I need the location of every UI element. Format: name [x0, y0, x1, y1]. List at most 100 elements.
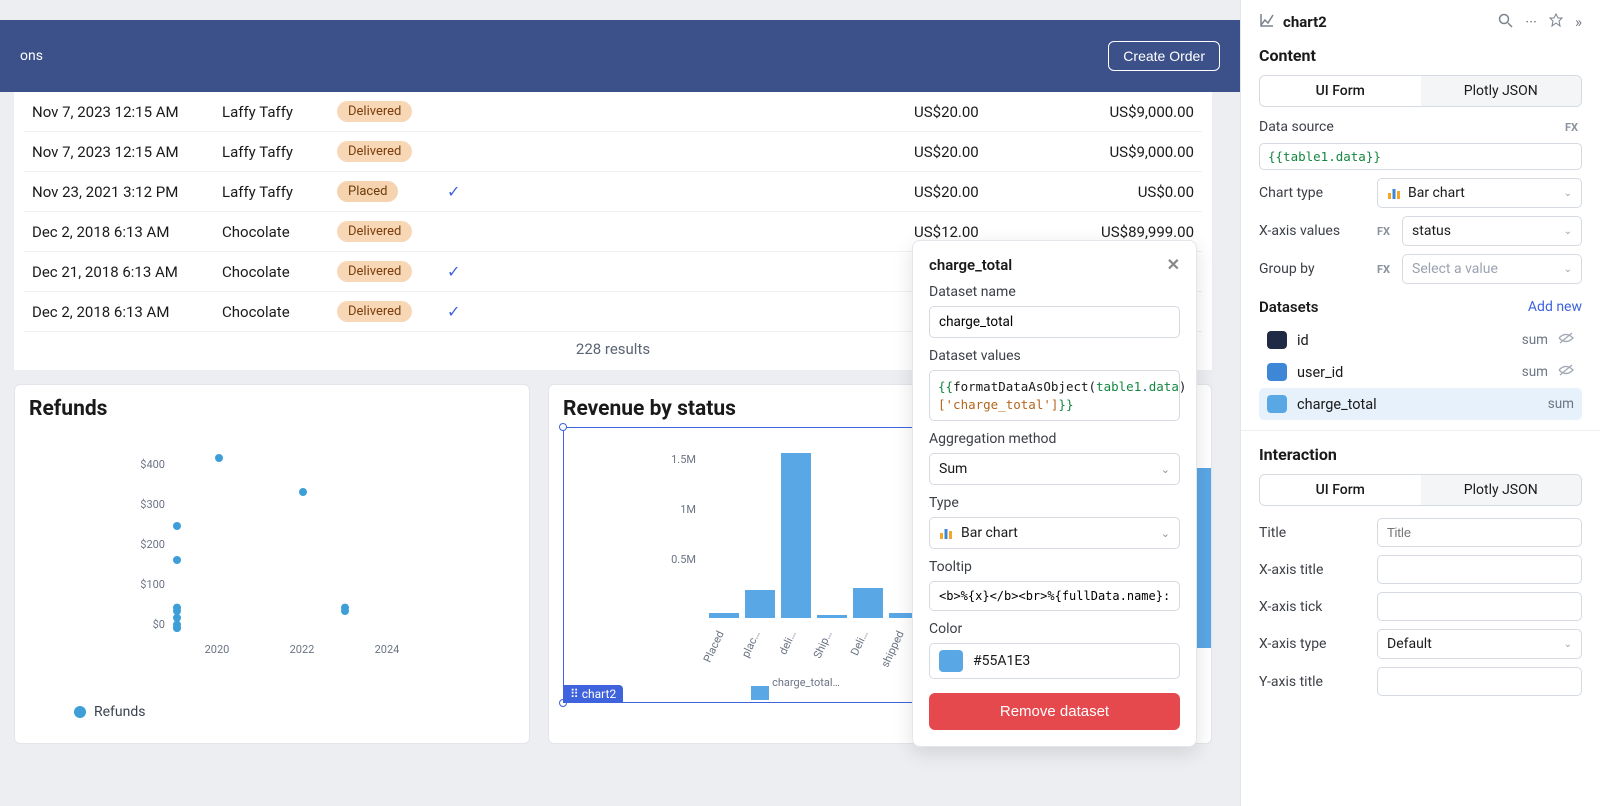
title-input[interactable]: [1377, 518, 1582, 547]
add-dataset-button[interactable]: Add new: [1528, 299, 1582, 315]
cell-price: US$12.00: [914, 223, 1024, 241]
color-input[interactable]: #55A1E3: [929, 643, 1180, 679]
dataset-values-input[interactable]: {{formatDataAsObject(table1.data)['charg…: [929, 370, 1180, 421]
visibility-icon[interactable]: [1558, 363, 1574, 381]
close-icon[interactable]: ✕: [1167, 255, 1180, 274]
label-data-source: Data source: [1259, 119, 1369, 135]
label-tooltip: Tooltip: [929, 559, 1180, 575]
status-badge: Delivered: [337, 141, 412, 162]
chevron-down-icon: ⌄: [1564, 639, 1572, 650]
breadcrumb-fragment: ons: [20, 48, 43, 64]
x-axis-values-select[interactable]: status⌄: [1402, 216, 1582, 246]
refunds-card: Refunds $0$100$200$300$400 202020222024 …: [14, 384, 530, 744]
cell-item: Chocolate: [222, 223, 337, 241]
chevron-down-icon: ⌄: [1564, 264, 1572, 275]
group-by-select[interactable]: Select a value⌄: [1402, 254, 1582, 284]
label-title: Title: [1259, 525, 1369, 541]
cell-total: US$89,999.00: [1024, 223, 1194, 241]
tooltip-input[interactable]: [929, 581, 1180, 611]
fx-toggle[interactable]: FX: [1565, 121, 1578, 134]
cell-item: Chocolate: [222, 263, 337, 281]
svg-text:$200: $200: [140, 538, 165, 551]
cell-status: Delivered: [337, 101, 447, 122]
svg-text:$300: $300: [140, 498, 165, 511]
search-icon[interactable]: [1498, 13, 1513, 32]
cell-date: Nov 7, 2023 12:15 AM: [32, 103, 222, 121]
tab-plotly-json[interactable]: Plotly JSON: [1421, 475, 1582, 505]
label-x-axis-tick: X-axis tick: [1259, 599, 1369, 615]
cell-total: US$9,000.00: [1024, 143, 1194, 161]
aggregation-select[interactable]: Sum⌄: [929, 453, 1180, 485]
dataset-name-input[interactable]: [929, 306, 1180, 338]
section-header: Interaction: [1259, 445, 1582, 464]
tab-ui-form[interactable]: UI Form: [1260, 475, 1421, 505]
cell-date: Dec 2, 2018 6:13 AM: [32, 303, 222, 321]
cell-date: Dec 2, 2018 6:13 AM: [32, 223, 222, 241]
resize-handle[interactable]: [559, 423, 567, 431]
svg-text:Placed: Placed: [701, 629, 727, 665]
fx-toggle[interactable]: FX: [1377, 225, 1390, 238]
cell-item: Laffy Taffy: [222, 103, 337, 121]
table-row[interactable]: Nov 7, 2023 12:15 AM Laffy Taffy Deliver…: [24, 92, 1202, 132]
cell-date: Nov 7, 2023 12:15 AM: [32, 143, 222, 161]
dataset-item[interactable]: id sum: [1259, 324, 1582, 356]
svg-text:$100: $100: [140, 578, 165, 591]
dataset-item[interactable]: user_id sum: [1259, 356, 1582, 388]
cell-date: Dec 21, 2018 6:13 AM: [32, 263, 222, 281]
component-tag[interactable]: ⠿ chart2: [563, 685, 623, 703]
tab-ui-form[interactable]: UI Form: [1260, 76, 1421, 106]
x-axis-tick-input[interactable]: [1377, 592, 1582, 621]
status-badge: Delivered: [337, 261, 412, 282]
svg-text:plac…: plac…: [739, 629, 763, 660]
table-row[interactable]: Nov 7, 2023 12:15 AM Laffy Taffy Deliver…: [24, 132, 1202, 172]
svg-text:shipped: shipped: [879, 629, 907, 670]
y-axis-title-input[interactable]: [1377, 667, 1582, 696]
create-order-button[interactable]: Create Order: [1108, 41, 1220, 72]
color-swatch: [1267, 395, 1287, 413]
color-swatch[interactable]: [939, 650, 963, 672]
dataset-item[interactable]: charge_total sum: [1259, 388, 1582, 420]
visibility-icon[interactable]: [1558, 331, 1574, 349]
cell-item: Chocolate: [222, 303, 337, 321]
tab-plotly-json[interactable]: Plotly JSON: [1421, 76, 1582, 106]
cell-item: Laffy Taffy: [222, 183, 337, 201]
pin-icon[interactable]: [1549, 13, 1563, 32]
page-header-bar: ons Create Order: [0, 20, 1240, 92]
remove-dataset-button[interactable]: Remove dataset: [929, 693, 1180, 730]
x-axis-title-input[interactable]: [1377, 555, 1582, 584]
chevron-down-icon: ⌄: [1161, 463, 1170, 476]
refunds-legend: Refunds: [34, 698, 510, 720]
cell-total: US$9,000.00: [1024, 103, 1194, 121]
type-select[interactable]: Bar chart ⌄: [929, 517, 1180, 549]
label-group-by: Group by: [1259, 261, 1369, 277]
expand-icon[interactable]: »: [1575, 13, 1582, 32]
chart-type-select[interactable]: Bar chart ⌄: [1377, 178, 1582, 208]
content-tabs: UI Form Plotly JSON: [1259, 75, 1582, 107]
svg-text:Deli…: Deli…: [848, 629, 871, 658]
fx-toggle[interactable]: FX: [1377, 263, 1390, 276]
x-axis-type-select[interactable]: Default⌄: [1377, 629, 1582, 659]
status-badge: Placed: [337, 181, 398, 202]
chevron-down-icon: ⌄: [1564, 188, 1572, 199]
label-chart-type: Chart type: [1259, 185, 1369, 201]
refunds-chart[interactable]: $0$100$200$300$400 202020222024: [34, 438, 510, 698]
status-badge: Delivered: [337, 221, 412, 242]
popup-title: charge_total: [929, 256, 1012, 274]
dataset-item-name: id: [1297, 332, 1512, 349]
cell-date: Nov 23, 2021 3:12 PM: [32, 183, 222, 201]
card-title: Refunds: [29, 397, 515, 421]
cell-status: Delivered: [337, 141, 447, 162]
svg-text:0.5M: 0.5M: [671, 553, 696, 566]
label-color: Color: [929, 621, 1180, 637]
cell-price: US$20.00: [914, 183, 1024, 201]
table-row[interactable]: Nov 23, 2021 3:12 PM Laffy Taffy Placed …: [24, 172, 1202, 212]
interaction-tabs: UI Form Plotly JSON: [1259, 474, 1582, 506]
data-source-input[interactable]: {{table1.data}}: [1259, 143, 1582, 170]
color-swatch: [1267, 363, 1287, 381]
svg-text:2022: 2022: [290, 643, 315, 656]
svg-text:2020: 2020: [205, 643, 230, 656]
color-swatch: [1267, 331, 1287, 349]
more-icon[interactable]: ···: [1525, 13, 1537, 32]
status-badge: Delivered: [337, 301, 412, 322]
svg-text:charge_total…: charge_total…: [772, 676, 840, 689]
